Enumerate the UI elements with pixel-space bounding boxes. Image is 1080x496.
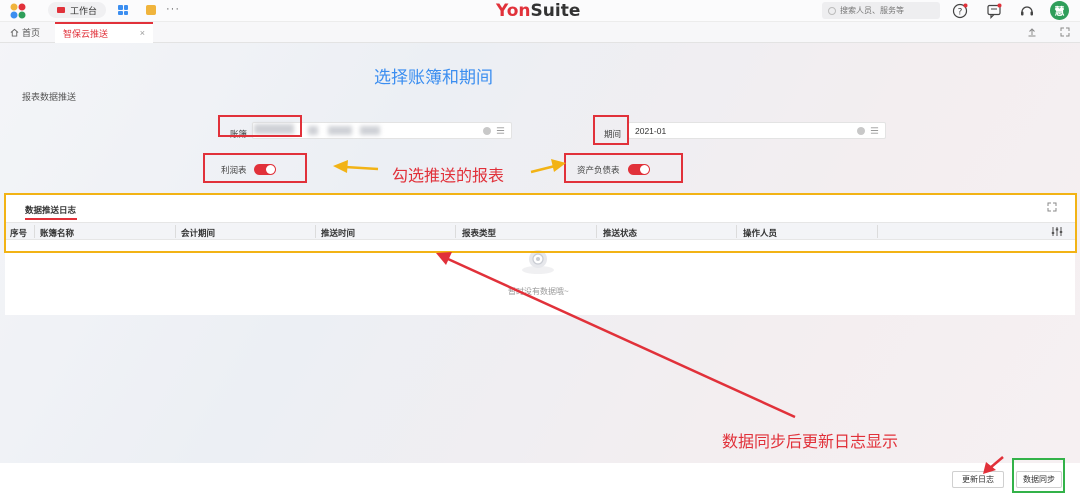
arrow-to-balance-toggle	[530, 159, 566, 174]
annotation-arrows	[333, 159, 1004, 474]
arrow-to-profit-toggle	[333, 160, 379, 173]
arrow-to-refresh-button	[983, 456, 1004, 474]
arrow-to-log-table	[436, 252, 796, 419]
